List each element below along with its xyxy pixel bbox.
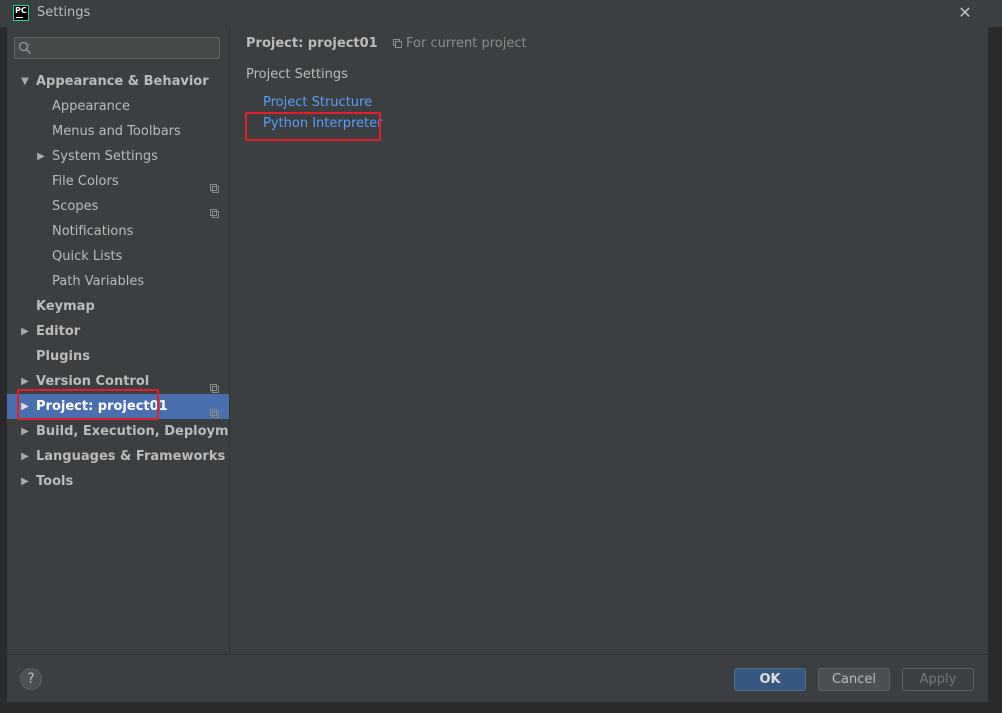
chevron-right-icon[interactable]: ▶ — [20, 369, 30, 394]
window-title: Settings — [37, 5, 91, 20]
tree-item-path-variables[interactable]: Path Variables — [7, 269, 229, 294]
settings-tree: ▼ Appearance & Behavior Appearance Menus an… — [7, 69, 253, 494]
project-scope-icon — [210, 377, 219, 393]
tree-item-label: Plugins — [36, 349, 90, 364]
tree-item-label: System Settings — [52, 149, 158, 164]
tree-item-scopes[interactable]: Scopes — [7, 194, 229, 219]
scope-note: For current project — [393, 36, 527, 51]
tree-item-project-project01[interactable]: ▶ Project: project01 — [7, 394, 229, 419]
chevron-right-icon[interactable]: ▶ — [20, 419, 30, 444]
window-border-right — [988, 27, 1002, 713]
tree-item-label: Tools — [36, 474, 74, 489]
tree-item-appearance-behavior[interactable]: ▼ Appearance & Behavior — [7, 69, 229, 94]
python-interpreter-link[interactable]: Python Interpreter — [263, 116, 382, 131]
tree-item-label: Appearance & Behavior — [36, 74, 209, 89]
page-title: Project: project01 — [246, 36, 378, 51]
tree-item-label: Keymap — [36, 299, 95, 314]
tree-item-label: Notifications — [52, 224, 134, 239]
tree-item-label: Editor — [36, 324, 81, 339]
section-title: Project Settings — [246, 67, 348, 82]
search-box[interactable] — [14, 37, 221, 59]
tree-item-notifications[interactable]: Notifications — [7, 219, 229, 244]
tree-item-label: Appearance — [52, 99, 131, 114]
dialog-footer: ? OK Cancel Apply — [7, 654, 988, 702]
title-bar: PC Settings ✕ — [0, 0, 1002, 27]
tree-item-tools[interactable]: ▶ Tools — [7, 469, 229, 494]
tree-item-label: Version Control — [36, 374, 150, 389]
chevron-right-icon[interactable]: ▶ — [20, 319, 30, 344]
window-border-left — [0, 27, 7, 713]
tree-item-label: Build, Execution, Deployment — [36, 424, 253, 439]
tree-item-label: Path Variables — [52, 274, 145, 289]
project-structure-link[interactable]: Project Structure — [263, 95, 372, 110]
project-scope-icon — [210, 177, 219, 193]
chevron-right-icon[interactable]: ▶ — [20, 394, 30, 419]
tree-item-build-execution-deployment[interactable]: ▶ Build, Execution, Deployment — [7, 419, 253, 444]
pycharm-app-icon: PC — [13, 5, 29, 21]
tree-item-label: Languages & Frameworks — [36, 449, 226, 464]
tree-item-appearance[interactable]: Appearance — [7, 94, 229, 119]
project-scope-icon — [393, 39, 402, 48]
panel-divider — [229, 27, 230, 654]
settings-sidebar: ▼ Appearance & Behavior Appearance Menus an… — [7, 27, 253, 654]
tree-item-label: File Colors — [52, 174, 119, 189]
main-panel: Project: project01 For current project P… — [229, 27, 988, 654]
project-scope-icon — [210, 402, 219, 418]
tree-item-system-settings[interactable]: ▶ System Settings — [7, 144, 229, 169]
tree-item-label: Menus and Toolbars — [52, 124, 181, 139]
chevron-right-icon[interactable]: ▶ — [20, 444, 30, 469]
tree-item-keymap[interactable]: Keymap — [7, 294, 229, 319]
search-input[interactable] — [41, 39, 221, 59]
tree-item-plugins[interactable]: Plugins — [7, 344, 229, 369]
apply-button[interactable]: Apply — [902, 668, 974, 691]
chevron-down-icon[interactable]: ▼ — [20, 69, 30, 94]
tree-item-label: Scopes — [52, 199, 99, 214]
window-border-bottom — [0, 702, 1002, 713]
tree-item-label: Project: project01 — [36, 399, 168, 414]
cancel-button[interactable]: Cancel — [818, 668, 890, 691]
tree-item-quick-lists[interactable]: Quick Lists — [7, 244, 229, 269]
close-icon[interactable]: ✕ — [956, 4, 974, 22]
chevron-right-icon[interactable]: ▶ — [36, 144, 46, 169]
tree-item-version-control[interactable]: ▶ Version Control — [7, 369, 229, 394]
ok-button[interactable]: OK — [734, 668, 806, 691]
tree-item-label: Quick Lists — [52, 249, 123, 264]
tree-item-menus-and-toolbars[interactable]: Menus and Toolbars — [7, 119, 229, 144]
tree-item-languages-frameworks[interactable]: ▶ Languages & Frameworks — [7, 444, 229, 469]
search-icon — [18, 41, 31, 54]
scope-note-text: For current project — [406, 36, 527, 51]
tree-item-file-colors[interactable]: File Colors — [7, 169, 229, 194]
help-button[interactable]: ? — [20, 668, 42, 690]
chevron-right-icon[interactable]: ▶ — [20, 469, 30, 494]
tree-item-editor[interactable]: ▶ Editor — [7, 319, 229, 344]
project-scope-icon — [210, 202, 219, 218]
